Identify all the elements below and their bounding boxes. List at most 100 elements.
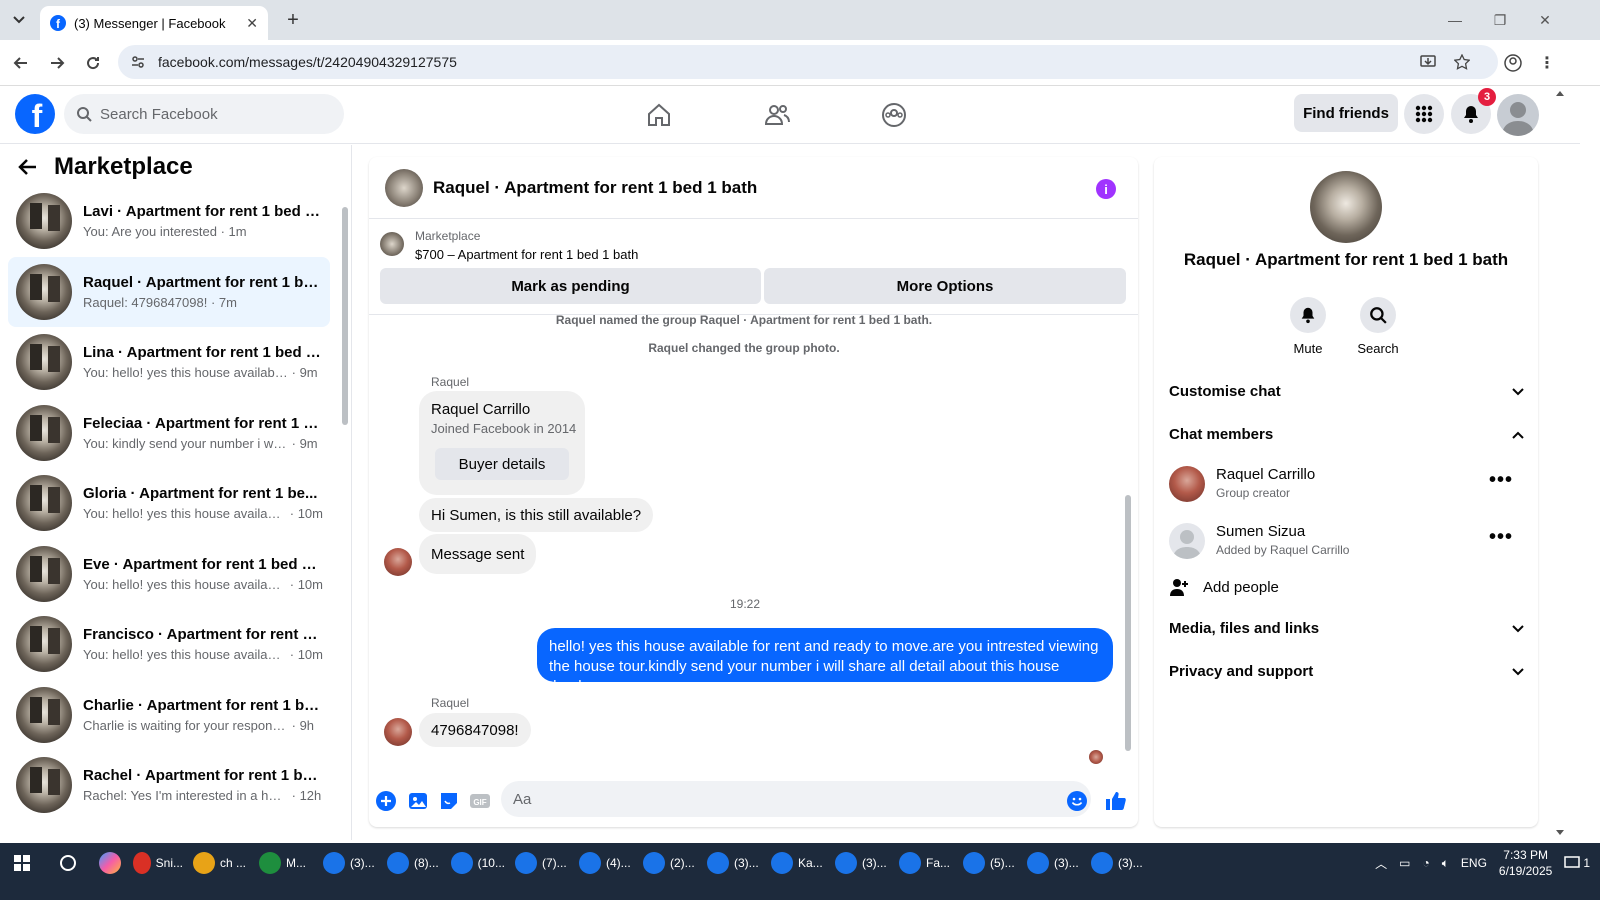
clock[interactable]: 7:33 PM 6/19/2025 <box>1499 847 1552 879</box>
media-section[interactable]: Media, files and links <box>1169 620 1525 637</box>
mute-action[interactable]: Mute <box>1278 297 1338 356</box>
chat-avatar[interactable] <box>385 168 423 207</box>
taskbar-app-button[interactable]: ch ... <box>188 843 254 883</box>
member-row[interactable]: Sumen Sizua Added by Raquel Carrillo ••• <box>1169 521 1525 565</box>
taskbar-app-button[interactable]: (3)... <box>830 843 894 883</box>
reload-button[interactable] <box>80 51 106 75</box>
chat-scrollbar[interactable] <box>1125 495 1131 751</box>
url-bar[interactable]: facebook.com/messages/t/2420490432912757… <box>118 45 1498 79</box>
gif-icon[interactable]: GIF <box>468 789 492 813</box>
chat-title[interactable]: Raquel · Apartment for rent 1 bed 1 bath <box>433 178 757 198</box>
conversation-item[interactable]: Raquel · Apartment for rent 1 be... Raque… <box>8 257 330 327</box>
message-bubble[interactable]: Message sent <box>419 534 537 574</box>
search-circle-icon[interactable] <box>44 843 92 883</box>
photo-icon[interactable] <box>406 789 430 813</box>
taskbar-app-button[interactable]: M... <box>254 843 318 883</box>
conversation-item[interactable]: Lina · Apartment for rent 1 bed 1... You:… <box>8 327 330 397</box>
more-options-icon[interactable]: ••• <box>1489 470 1513 490</box>
conversation-item[interactable]: Gloria · Apartment for rent 1 be... You: … <box>8 468 330 538</box>
battery-icon[interactable]: ▭ <box>1399 856 1410 870</box>
conversation-item[interactable]: Charlie · Apartment for rent 1 be... Char… <box>8 680 330 750</box>
search-action[interactable]: Search <box>1348 297 1408 356</box>
language-indicator[interactable]: ENG <box>1461 856 1487 870</box>
chat-members-section[interactable]: Chat members <box>1169 426 1525 443</box>
profile-icon[interactable] <box>1500 51 1526 75</box>
browser-menu-icon[interactable]: ⋮ <box>1534 51 1560 75</box>
search-input[interactable] <box>100 105 320 123</box>
member-avatar[interactable] <box>1169 523 1205 559</box>
taskbar-app-button[interactable]: (3)... <box>1086 843 1150 883</box>
facebook-search[interactable] <box>64 94 344 134</box>
taskbar-app-button[interactable]: Fa... <box>894 843 958 883</box>
conversation-item[interactable]: Francisco · Apartment for rent 1 ... You:… <box>8 609 330 679</box>
taskbar-app-button[interactable]: (4)... <box>574 843 638 883</box>
plus-circle-icon[interactable] <box>374 789 398 813</box>
conversation-item[interactable]: Lavi · Apartment for rent 1 bed 1... You:… <box>8 186 330 256</box>
mark-as-pending-button[interactable]: Mark as pending <box>380 268 761 304</box>
taskbar-app-button[interactable]: (8)... <box>382 843 446 883</box>
listing-price-title[interactable]: $700 – Apartment for rent 1 bed 1 bath <box>415 247 638 262</box>
taskbar-app-button[interactable]: (7)... <box>510 843 574 883</box>
tray-chevron-icon[interactable]: ︿ <box>1375 855 1387 872</box>
member-row[interactable]: Raquel Carrillo Group creator ••• <box>1169 464 1525 508</box>
home-nav-icon[interactable] <box>639 95 679 135</box>
sender-avatar[interactable] <box>384 718 412 746</box>
thumbs-up-icon[interactable] <box>1104 789 1128 813</box>
more-options-icon[interactable]: ••• <box>1489 527 1513 547</box>
buyer-details-button[interactable]: Buyer details <box>435 448 569 480</box>
my-message-bubble[interactable]: hello! yes this house available for rent… <box>537 628 1113 695</box>
minimize-button[interactable]: — <box>1440 8 1470 32</box>
taskbar-app-button[interactable]: (3)... <box>318 843 382 883</box>
member-avatar[interactable] <box>1169 466 1205 502</box>
back-arrow-icon[interactable] <box>18 157 38 177</box>
taskbar-app-button[interactable]: (10... <box>446 843 510 883</box>
message-bubble[interactable]: 4796847098! <box>419 713 531 747</box>
conversation-item[interactable]: Feleciaa · Apartment for rent 1 b... You:… <box>8 398 330 468</box>
find-friends-button[interactable]: Find friends <box>1294 94 1398 132</box>
emoji-icon[interactable] <box>1065 789 1089 813</box>
browser-tab[interactable]: f (3) Messenger | Facebook ✕ <box>40 6 268 40</box>
notification-center-icon[interactable]: 1 <box>1564 856 1590 870</box>
taskbar-app-button[interactable]: Ka... <box>766 843 830 883</box>
message-input[interactable] <box>501 781 1091 817</box>
back-button[interactable] <box>8 51 34 75</box>
conversation-item[interactable]: Rachel · Apartment for rent 1 be... Rache… <box>8 750 330 820</box>
tab-search-button[interactable] <box>6 8 32 32</box>
menu-grid-icon[interactable] <box>1404 94 1444 134</box>
friends-nav-icon[interactable] <box>757 95 797 135</box>
taskbar-app-button[interactable]: (2)... <box>638 843 702 883</box>
add-people-button[interactable]: Add people <box>1169 577 1279 597</box>
message-bubble[interactable]: Hi Sumen, is this still available? <box>419 498 654 532</box>
sticker-icon[interactable] <box>437 789 461 813</box>
taskbar-app-button[interactable]: (3)... <box>1022 843 1086 883</box>
facebook-logo-icon[interactable]: f <box>15 94 55 134</box>
forward-button[interactable] <box>44 51 70 75</box>
taskbar-app-button[interactable]: (3)... <box>702 843 766 883</box>
start-button[interactable] <box>0 843 44 883</box>
site-settings-icon[interactable] <box>130 54 146 70</box>
conversation-item[interactable]: Eve · Apartment for rent 1 bed 1 ... You:… <box>8 539 330 609</box>
groups-nav-icon[interactable] <box>874 95 914 135</box>
more-options-button[interactable]: More Options <box>764 268 1126 304</box>
wifi-icon[interactable]: ◔ <box>1422 856 1429 870</box>
new-tab-button[interactable]: + <box>280 8 306 32</box>
listing-thumbnail[interactable] <box>380 232 404 256</box>
close-window-button[interactable]: ✕ <box>1530 8 1560 32</box>
close-tab-icon[interactable]: ✕ <box>246 15 258 32</box>
account-avatar[interactable] <box>1497 94 1539 136</box>
sender-avatar[interactable] <box>384 548 412 576</box>
page-scrollbar[interactable] <box>1552 86 1568 840</box>
install-app-icon[interactable] <box>1420 54 1436 70</box>
privacy-section[interactable]: Privacy and support <box>1169 663 1525 680</box>
sidebar-scrollbar[interactable] <box>342 207 348 425</box>
copilot-icon[interactable] <box>92 843 128 883</box>
volume-icon[interactable]: 🔈︎ <box>1442 856 1449 871</box>
customise-chat-section[interactable]: Customise chat <box>1169 383 1525 400</box>
info-icon[interactable]: i <box>1096 179 1116 199</box>
taskbar-app-button[interactable]: Sni... <box>128 843 188 883</box>
message-composer: GIF <box>369 777 1138 827</box>
taskbar-app-button[interactable]: (5)... <box>958 843 1022 883</box>
group-avatar[interactable] <box>1310 171 1382 243</box>
restore-button[interactable]: ❐ <box>1485 8 1515 32</box>
bookmark-star-icon[interactable] <box>1454 54 1470 70</box>
